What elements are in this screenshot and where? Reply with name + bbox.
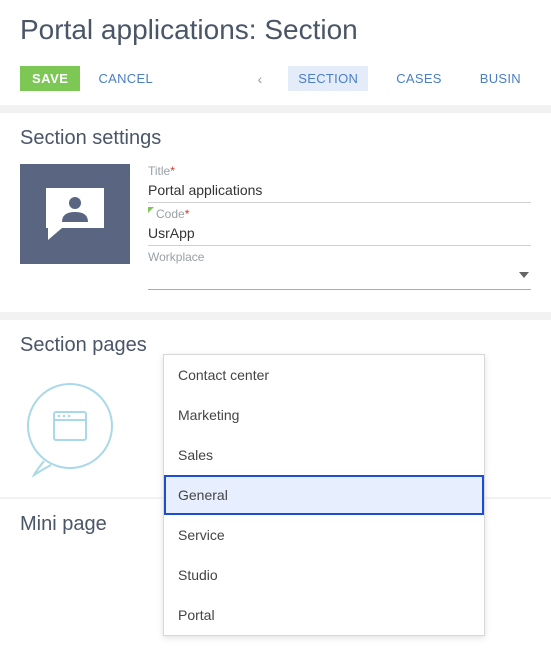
workplace-dropdown: Contact centerMarketingSalesGeneralServi… xyxy=(163,354,485,636)
code-corner-icon xyxy=(148,207,154,213)
field-code: Code* UsrApp xyxy=(148,207,531,246)
arrow-left-icon[interactable]: ‹ xyxy=(250,71,271,87)
chevron-down-icon xyxy=(519,272,529,278)
save-button[interactable]: SAVE xyxy=(20,66,80,91)
dropdown-item[interactable]: Contact center xyxy=(164,355,484,395)
page-title: Portal applications: Section xyxy=(20,14,531,46)
field-code-value[interactable]: UsrApp xyxy=(148,221,531,246)
dropdown-item[interactable]: Marketing xyxy=(164,395,484,435)
tab-business[interactable]: BUSIN xyxy=(470,66,531,91)
dropdown-item[interactable]: General xyxy=(164,475,484,515)
dropdown-item[interactable]: Service xyxy=(164,515,484,555)
section-settings-heading: Section settings xyxy=(20,127,531,150)
section-settings: Section settings Title* Portal applicati… xyxy=(0,113,551,312)
tab-cases[interactable]: CASES xyxy=(386,66,452,91)
toolbar: SAVE CANCEL ‹ SECTION CASES BUSIN xyxy=(0,54,551,105)
field-workplace-label: Workplace xyxy=(148,250,531,264)
field-code-label: Code* xyxy=(148,207,531,221)
dropdown-item[interactable]: Portal xyxy=(164,595,484,635)
section-icon[interactable] xyxy=(20,164,130,264)
field-title-label: Title* xyxy=(148,164,531,178)
tab-section[interactable]: SECTION xyxy=(288,66,368,91)
dropdown-item[interactable]: Sales xyxy=(164,435,484,475)
field-workplace: Workplace xyxy=(148,250,531,290)
cancel-button[interactable]: CANCEL xyxy=(98,71,153,86)
dropdown-item[interactable]: Studio xyxy=(164,555,484,595)
workplace-select[interactable] xyxy=(148,264,531,290)
field-title-value[interactable]: Portal applications xyxy=(148,178,531,203)
page-bubble-icon[interactable] xyxy=(20,379,120,479)
field-title: Title* Portal applications xyxy=(148,164,531,203)
